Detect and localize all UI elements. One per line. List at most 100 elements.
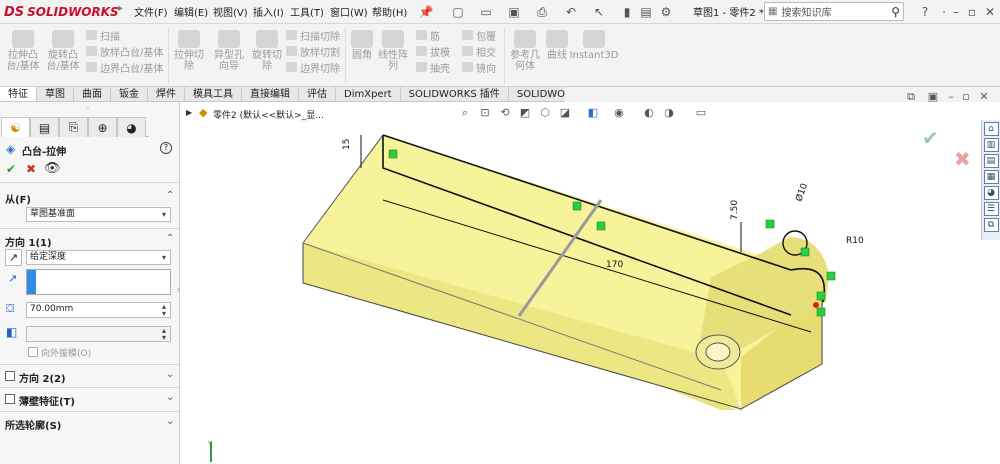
expand-chevron-icon[interactable]: ⌄ (166, 416, 174, 427)
menu-view[interactable]: 视图(V) (213, 4, 248, 19)
curves-button[interactable]: 曲线 (544, 30, 570, 61)
depth-input[interactable]: 70.00mm ▴ ▾ (26, 302, 171, 318)
reverse-direction-icon[interactable]: ↗ (5, 249, 22, 266)
options-gear-icon[interactable]: ⚙ (658, 4, 674, 20)
relation-badge[interactable] (816, 291, 826, 301)
menu-edit[interactable]: 编辑(E) (174, 4, 208, 19)
help-circle-icon[interactable]: ? (160, 142, 172, 154)
rebuild-icon[interactable]: ▮ (619, 4, 635, 20)
boundary-cut-button[interactable]: 边界切除 (286, 60, 340, 75)
dimension-15[interactable]: 15 (342, 139, 352, 150)
design-library-icon[interactable]: ▥ (983, 138, 999, 152)
dimxpert-manager-tab-icon[interactable]: ⊕ (88, 117, 117, 137)
thin-feature-header[interactable]: 薄壁特征(T) (19, 393, 75, 408)
extrude-boss-button[interactable]: 拉伸凸 台/基体 (6, 30, 40, 72)
selected-contours-header[interactable]: 所选轮廓(S) (5, 417, 61, 432)
extrude-cut-button[interactable]: 拉伸切 除 (172, 30, 206, 72)
boundary-boss-button[interactable]: 边界凸台/基体 (86, 60, 163, 75)
relation-badge[interactable] (572, 201, 582, 211)
menu-tools[interactable]: 工具(T) (290, 4, 324, 19)
open-icon[interactable]: ▭ (478, 4, 494, 20)
dimension-7-50[interactable]: 7.50 (730, 200, 740, 220)
direction1-section-header[interactable]: 方向 1(1) (5, 234, 52, 249)
search-knowledge-base[interactable]: ▦ 搜索知识库 ⚲ (764, 2, 904, 21)
appearances-icon[interactable]: ◕ (983, 186, 999, 200)
intersect-button[interactable]: 相交 (462, 44, 496, 59)
hole-wizard-button[interactable]: 异型孔 向导 (210, 30, 248, 72)
tab-sheet-metal[interactable]: 钣金 (111, 87, 148, 101)
relation-badge[interactable] (816, 307, 826, 317)
direction2-header[interactable]: 方向 2(2) (19, 370, 66, 385)
draft-angle-input[interactable]: ▴ ▾ (26, 326, 171, 342)
thin-feature-checkbox[interactable] (5, 394, 15, 404)
revolve-boss-button[interactable]: 旋转凸 台/基体 (46, 30, 80, 72)
linear-pattern-button[interactable]: 线性阵 列 (376, 30, 410, 72)
menu-window[interactable]: 窗口(W) (330, 4, 368, 19)
instant3d-button[interactable]: Instant3D (570, 30, 618, 61)
relation-badge[interactable] (765, 219, 775, 229)
custom-properties-icon[interactable]: ☰ (983, 202, 999, 216)
restore-icon[interactable]: ▫ (964, 4, 980, 20)
draft-outward-checkbox[interactable] (28, 347, 38, 357)
rib-button[interactable]: 筋 (416, 28, 450, 43)
search-icon[interactable]: ⚲ (891, 5, 900, 19)
tab-features[interactable]: 特征 (0, 87, 37, 101)
collapse-chevron-icon[interactable]: ⌃ (166, 190, 174, 201)
tab-addins[interactable]: SOLIDWORKS 插件 (401, 87, 509, 101)
loft-cut-button[interactable]: 放样切割 (286, 44, 340, 59)
relation-badge[interactable] (596, 221, 606, 231)
menu-file[interactable]: 文件(F) (134, 4, 168, 19)
fillet-button[interactable]: 圆角 (348, 30, 376, 61)
minimize-icon[interactable]: – (948, 4, 964, 20)
file-explorer-icon[interactable]: ▤ (983, 154, 999, 168)
from-section-header[interactable]: 从(F) (5, 191, 31, 206)
dimension-170[interactable]: 170 (606, 260, 623, 270)
expand-chevron-icon[interactable]: ⌄ (166, 392, 174, 403)
draft-toggle-icon[interactable]: ◧ (6, 325, 17, 339)
tab-evaluate[interactable]: 评估 (299, 87, 336, 101)
close-icon[interactable]: ✕ (982, 4, 998, 20)
panel-flyout-icon[interactable]: › (177, 285, 180, 294)
select-icon[interactable]: ↖ (591, 4, 607, 20)
spin-arrows-icon[interactable]: ▴ ▾ (158, 327, 170, 342)
ok-check-icon[interactable]: ✔ (6, 162, 16, 176)
direction-selection-box[interactable] (26, 269, 171, 295)
undo-icon[interactable]: ↶ (563, 4, 579, 20)
forum-icon[interactable]: ⧉ (983, 218, 999, 232)
panel-grip-icon[interactable]: ◦ (85, 104, 90, 113)
relation-badge[interactable] (388, 149, 398, 159)
expand-chevron-icon[interactable]: ⌄ (166, 369, 174, 380)
cancel-x-icon[interactable]: ✖ (26, 162, 36, 176)
shell-button[interactable]: 抽壳 (416, 60, 450, 75)
save-icon[interactable]: ▣ (506, 4, 522, 20)
dimension-radius[interactable]: R10 (846, 236, 864, 246)
solidworks-logo[interactable]: DS SOLIDWORKS (4, 4, 119, 20)
relation-badge[interactable] (826, 271, 836, 281)
menu-expand-icon[interactable]: ▸ (118, 3, 128, 21)
new-document-icon[interactable]: ▢ (450, 4, 466, 20)
mirror-button[interactable]: 镜向 (462, 60, 496, 75)
tab-sketch[interactable]: 草图 (37, 87, 74, 101)
file-properties-icon[interactable]: ▤ (638, 4, 654, 20)
tab-surfaces[interactable]: 曲面 (74, 87, 111, 101)
tab-mold-tools[interactable]: 模具工具 (185, 87, 242, 101)
from-select[interactable]: 草图基准面 ▾ (26, 207, 171, 222)
menu-help[interactable]: 帮助(H) (372, 4, 407, 19)
help-icon[interactable]: ? (917, 4, 933, 20)
preview-eye-icon[interactable]: 👁 (44, 161, 61, 176)
tab-dimxpert[interactable]: DimXpert (336, 87, 401, 101)
pin-icon[interactable]: 📌 (418, 4, 434, 20)
configuration-manager-tab-icon[interactable]: ⎘ (59, 117, 88, 137)
end-condition-select[interactable]: 给定深度 ▾ (26, 250, 171, 265)
tab-direct-editing[interactable]: 直接编辑 (242, 87, 299, 101)
collapse-chevron-icon[interactable]: ⌃ (166, 233, 174, 244)
wrap-button[interactable]: 包覆 (462, 28, 496, 43)
reference-geometry-button[interactable]: 参考几 何体 (508, 30, 542, 72)
direction2-checkbox[interactable] (5, 371, 15, 381)
menu-insert[interactable]: 插入(I) (253, 4, 284, 19)
property-manager-tab-icon[interactable]: ▤ (30, 117, 59, 137)
view-palette-icon[interactable]: ▦ (983, 170, 999, 184)
revolve-cut-button[interactable]: 旋转切 除 (250, 30, 284, 72)
sweep-button[interactable]: 扫描 (86, 28, 163, 43)
relation-badge[interactable] (800, 247, 810, 257)
